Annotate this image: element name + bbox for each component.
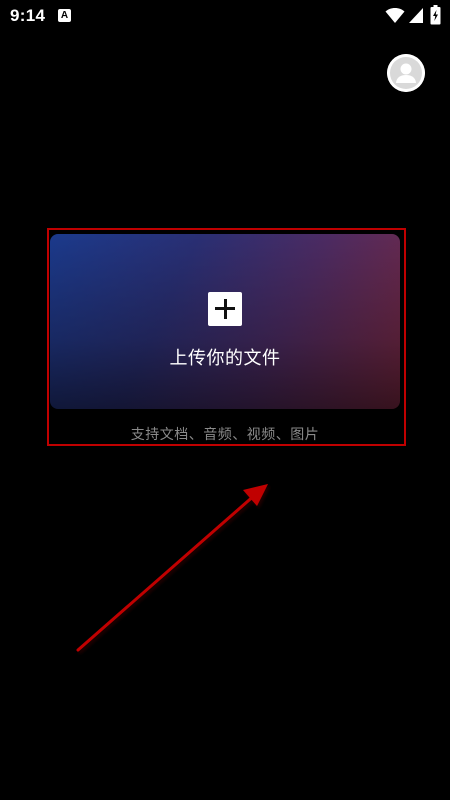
upload-label: 上传你的文件	[169, 348, 281, 369]
status-bar: 9:14 A	[0, 0, 450, 32]
wifi-icon	[385, 8, 405, 23]
upload-file-card[interactable]: 上传你的文件	[50, 234, 400, 409]
supported-formats-text: 支持文档、音频、视频、图片	[130, 427, 320, 443]
user-avatar-button[interactable]	[387, 54, 425, 92]
plus-icon	[208, 292, 242, 326]
notification-icon: A	[58, 9, 71, 22]
battery-charging-icon	[430, 5, 441, 25]
screen: 9:14 A 上传你的文件 支持文档、音频、视频、图片	[0, 0, 450, 800]
signal-icon	[409, 8, 423, 23]
user-avatar-icon	[387, 54, 425, 92]
status-time: 9:14	[10, 6, 46, 25]
